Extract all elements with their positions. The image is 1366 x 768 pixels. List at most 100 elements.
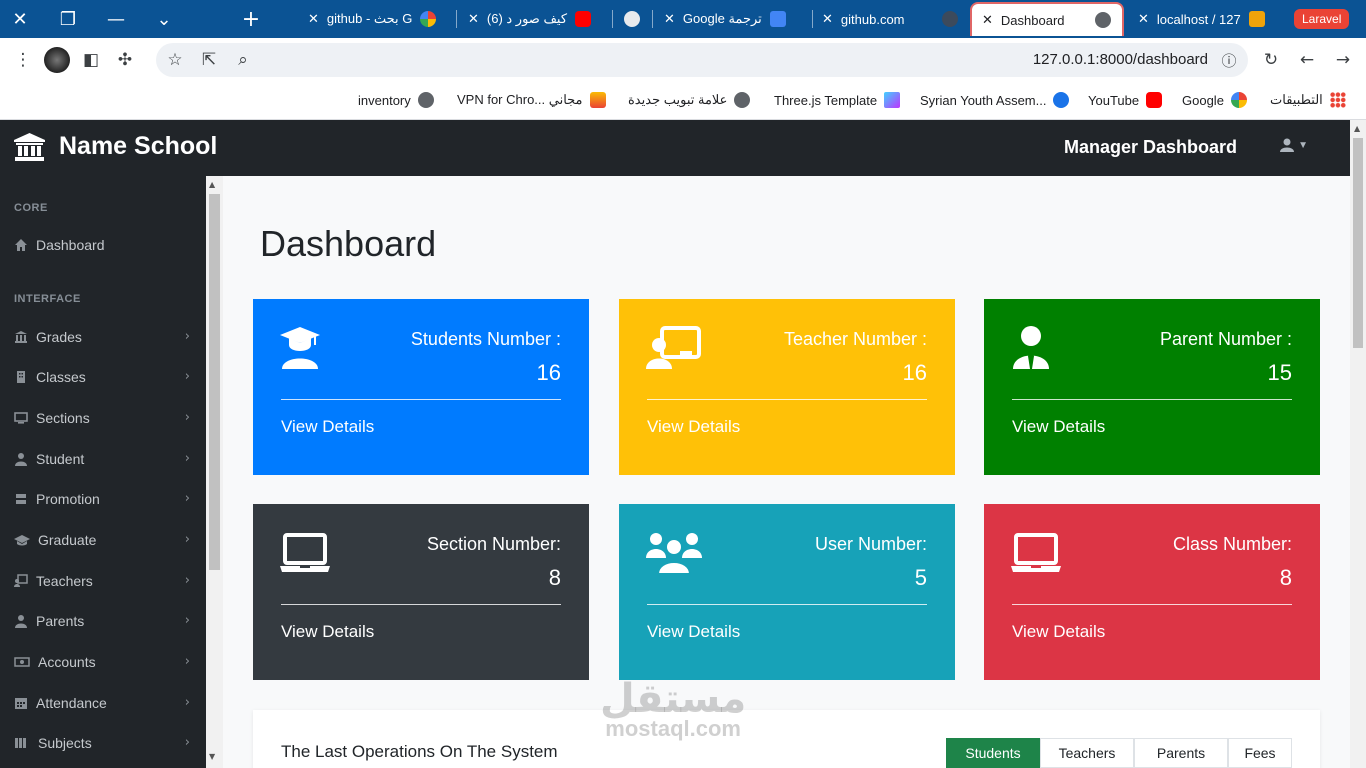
content-scrollbar[interactable]: ▲ ▼ bbox=[206, 176, 223, 768]
sidebar-item-promotion[interactable]: Promotion › bbox=[0, 484, 206, 514]
view-details-link[interactable]: View Details bbox=[1012, 622, 1105, 642]
google-icon bbox=[1230, 92, 1247, 108]
sidebar-item-dashboard[interactable]: Dashboard bbox=[0, 230, 206, 260]
bookmark-item[interactable]: Three.js Template bbox=[774, 92, 901, 108]
github-favicon-icon bbox=[942, 11, 958, 27]
search-zoom-icon[interactable]: ⌕ bbox=[226, 43, 260, 77]
chevron-right-icon: › bbox=[184, 735, 190, 750]
tab-fees[interactable]: Fees bbox=[1228, 738, 1292, 768]
reload-icon[interactable]: ↻ bbox=[1254, 43, 1288, 77]
browser-tab[interactable] bbox=[614, 2, 654, 36]
window-scrollbar[interactable]: ▲ bbox=[1350, 120, 1366, 768]
tab-students[interactable]: Students bbox=[946, 738, 1040, 768]
url-text[interactable]: 127.0.0.1:8000/dashboard bbox=[1033, 51, 1208, 68]
sidebar-item-classes[interactable]: Classes › bbox=[0, 362, 206, 392]
scroll-up-arrow-icon[interactable]: ▲ bbox=[1354, 124, 1360, 133]
tab-parents[interactable]: Parents bbox=[1134, 738, 1228, 768]
browser-tab[interactable]: ✕ localhost / 127 bbox=[1128, 2, 1280, 36]
sidebar-item-accounts[interactable]: Accounts › bbox=[0, 647, 206, 677]
browser-tab-active[interactable]: ✕ Dashboard bbox=[970, 2, 1124, 36]
globe-favicon-icon bbox=[1094, 12, 1111, 28]
extensions-puzzle-icon[interactable]: ✣ bbox=[108, 43, 142, 77]
scrollbar-thumb[interactable] bbox=[1353, 138, 1363, 348]
tab-close-icon[interactable]: ✕ bbox=[468, 12, 479, 27]
back-arrow-icon[interactable]: ← bbox=[1290, 43, 1324, 77]
apps-grid-icon bbox=[1329, 92, 1346, 108]
stat-card-students: Students Number : 16 View Details bbox=[253, 299, 589, 475]
bookmark-item[interactable]: YouTube bbox=[1088, 92, 1163, 108]
card-value: 16 bbox=[536, 360, 561, 385]
bookmark-item[interactable]: Google bbox=[1182, 92, 1247, 108]
browser-tab[interactable]: ✕ github.com bbox=[812, 2, 968, 36]
forward-arrow-icon[interactable]: → bbox=[1326, 43, 1360, 77]
menu-kebab-icon[interactable]: ⋮ bbox=[6, 43, 40, 77]
tab-teachers[interactable]: Teachers bbox=[1040, 738, 1134, 768]
tab-search-chevron-icon[interactable]: ⌄ bbox=[144, 0, 184, 38]
sidebar-item-attendance[interactable]: Attendance › bbox=[0, 688, 206, 718]
bookmark-item[interactable]: inventory bbox=[358, 92, 434, 108]
tab-close-icon[interactable]: ✕ bbox=[308, 12, 319, 27]
view-details-link[interactable]: View Details bbox=[647, 417, 740, 437]
browser-tab-strip: ✕ ❐ — ⌄ + ✕ github - بحث G ✕ (6) كيف صور… bbox=[0, 0, 1366, 38]
youtube-icon bbox=[1146, 92, 1163, 108]
bookmark-apps[interactable]: التطبيقات bbox=[1270, 92, 1346, 108]
sidebar-item-parents[interactable]: Parents › bbox=[0, 606, 206, 636]
scroll-up-arrow-icon[interactable]: ▲ bbox=[209, 180, 215, 189]
desktop-icon bbox=[14, 412, 28, 424]
bookmarks-bar: inventory VPN for Chro... مجاني علامة تب… bbox=[0, 82, 1366, 120]
site-info-icon[interactable]: ⓘ bbox=[1212, 43, 1246, 77]
tab-close-icon[interactable]: ✕ bbox=[982, 13, 993, 28]
view-details-link[interactable]: View Details bbox=[1012, 417, 1105, 437]
navbar-title: Manager Dashboard bbox=[1063, 137, 1237, 157]
side-panel-icon[interactable]: ◧ bbox=[74, 43, 108, 77]
tab-close-icon[interactable]: ✕ bbox=[822, 12, 833, 27]
view-details-link[interactable]: View Details bbox=[647, 622, 740, 642]
browser-tab-group[interactable]: Laravel bbox=[1284, 2, 1354, 36]
window-close-icon[interactable]: ✕ bbox=[0, 0, 40, 38]
window-minimize-icon[interactable]: — bbox=[96, 0, 136, 38]
stat-card-teachers: Teacher Number : 16 View Details bbox=[619, 299, 955, 475]
chevron-right-icon: › bbox=[184, 695, 190, 710]
teacher-icon bbox=[646, 326, 701, 369]
sidebar-item-subjects[interactable]: Subjects › bbox=[0, 728, 206, 758]
bookmark-item[interactable]: VPN for Chro... مجاني bbox=[457, 92, 606, 108]
address-bar[interactable]: ☆ ⇱ ⌕ 127.0.0.1:8000/dashboard ⓘ bbox=[156, 43, 1248, 77]
tab-close-icon[interactable]: ✕ bbox=[1138, 12, 1149, 27]
sidebar-item-sections[interactable]: Sections › bbox=[0, 403, 206, 433]
sidebar-item-graduate[interactable]: Graduate › bbox=[0, 525, 206, 555]
institution-icon bbox=[14, 132, 45, 161]
profile-avatar[interactable] bbox=[40, 43, 74, 77]
card-label: Students Number : bbox=[410, 329, 561, 349]
scrollbar-thumb[interactable] bbox=[209, 194, 220, 570]
browser-tab[interactable]: ✕ (6) كيف صور د bbox=[458, 2, 610, 36]
google-translate-favicon-icon bbox=[769, 11, 786, 27]
browser-tab[interactable]: ✕ github - بحث G bbox=[298, 2, 450, 36]
window-restore-icon[interactable]: ❐ bbox=[48, 0, 88, 38]
bookmark-item[interactable]: علامة تبويب جديدة bbox=[628, 92, 751, 108]
sidebar-item-student[interactable]: Student › bbox=[0, 444, 206, 474]
share-icon[interactable]: ⇱ bbox=[192, 43, 226, 77]
home-icon bbox=[15, 239, 27, 251]
bookmark-star-icon[interactable]: ☆ bbox=[158, 43, 192, 77]
stat-card-users: User Number: 5 View Details bbox=[619, 504, 955, 680]
globe-icon bbox=[734, 92, 751, 108]
bookmark-item[interactable]: Syrian Youth Assem... bbox=[920, 92, 1070, 108]
tab-close-icon[interactable]: ✕ bbox=[664, 12, 675, 27]
google-favicon-icon bbox=[420, 11, 437, 27]
new-tab-plus-icon[interactable]: + bbox=[236, 0, 266, 38]
scroll-down-arrow-icon[interactable]: ▼ bbox=[209, 752, 215, 761]
user-tie-icon bbox=[15, 615, 27, 628]
browser-tab[interactable]: ✕ Google ترجمة bbox=[654, 2, 808, 36]
view-details-link[interactable]: View Details bbox=[281, 622, 374, 642]
sidebar-item-teachers[interactable]: Teachers › bbox=[0, 566, 206, 596]
view-details-link[interactable]: View Details bbox=[281, 417, 374, 437]
graduate-icon bbox=[280, 327, 320, 369]
c-logo-icon bbox=[1053, 92, 1070, 108]
user-dropdown[interactable]: ▼ bbox=[1280, 138, 1308, 152]
globe-icon bbox=[417, 92, 434, 108]
brand[interactable]: Name School bbox=[14, 132, 217, 161]
card-value: 16 bbox=[902, 360, 927, 385]
promotion-icon bbox=[16, 494, 26, 504]
sidebar-item-grades[interactable]: Grades › bbox=[0, 322, 206, 352]
user-icon bbox=[15, 453, 27, 466]
